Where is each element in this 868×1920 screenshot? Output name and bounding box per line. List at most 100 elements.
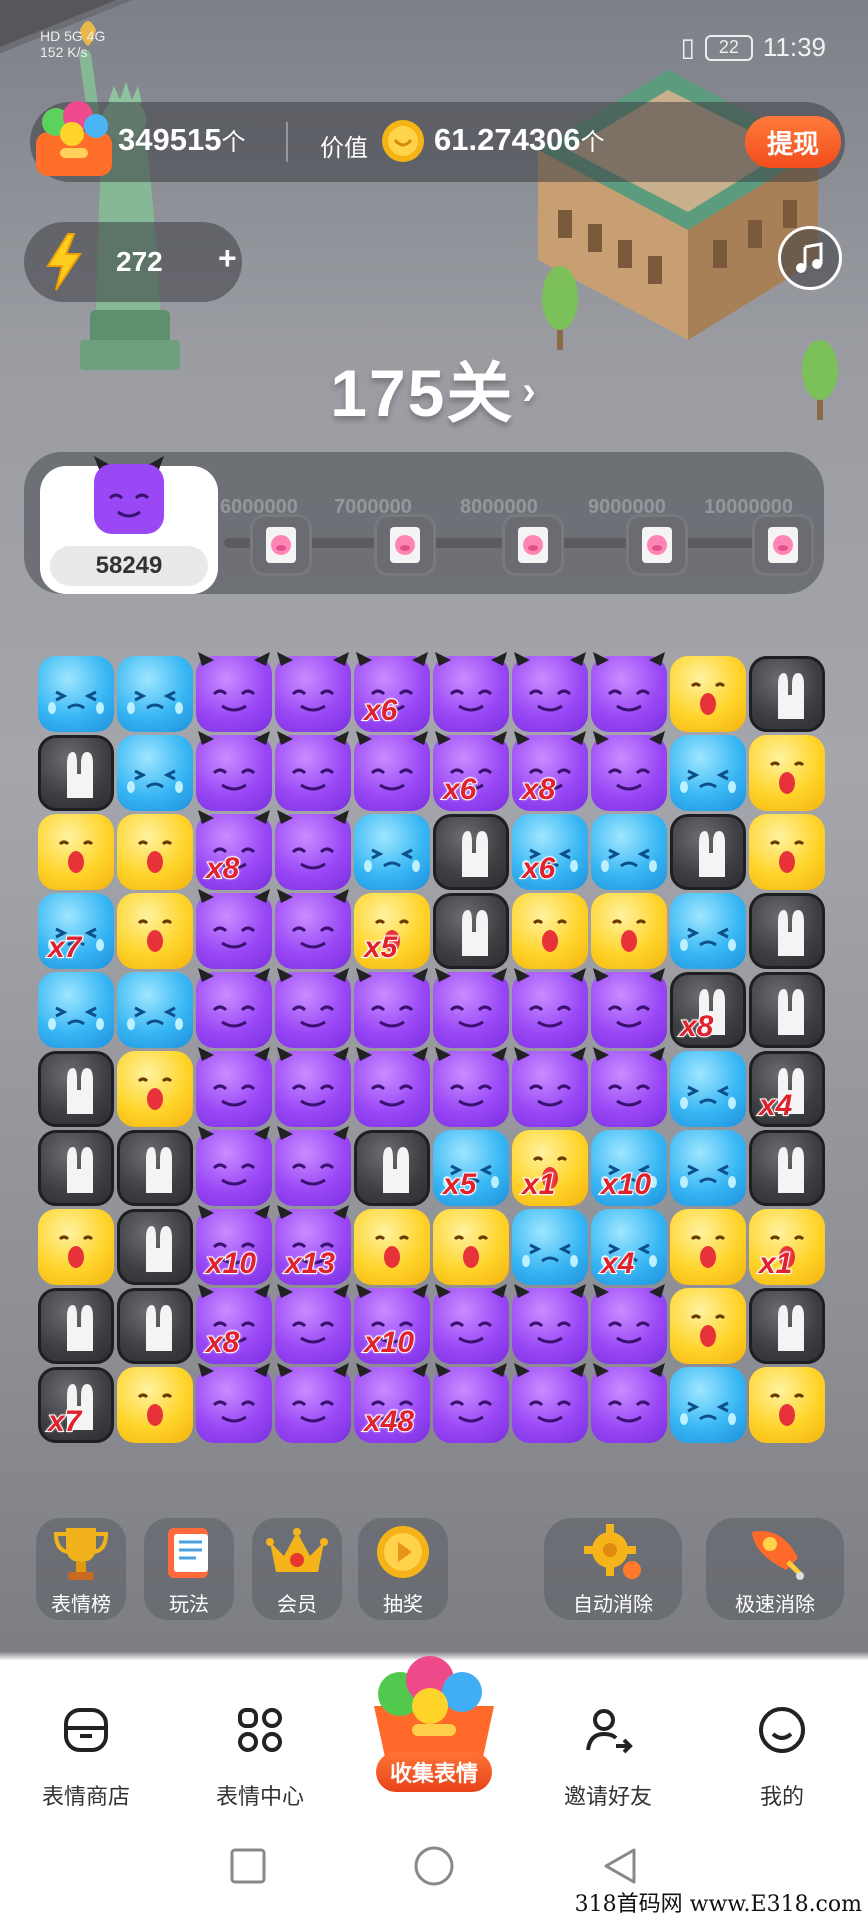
tongue-emoji-tile[interactable] bbox=[354, 893, 430, 969]
tool-fast-clear[interactable]: 极速消除 bbox=[706, 1518, 844, 1620]
tongue-emoji-tile[interactable] bbox=[591, 893, 667, 969]
rabbit-emoji-tile[interactable] bbox=[38, 1130, 114, 1206]
rabbit-emoji-tile[interactable] bbox=[117, 1288, 193, 1364]
rabbit-emoji-tile[interactable] bbox=[749, 972, 825, 1048]
crying-emoji-tile[interactable] bbox=[670, 1130, 746, 1206]
pig-reward-icon[interactable] bbox=[250, 514, 312, 576]
pig-reward-icon[interactable] bbox=[374, 514, 436, 576]
rabbit-emoji-tile[interactable] bbox=[117, 1130, 193, 1206]
back-triangle-icon[interactable] bbox=[598, 1844, 642, 1888]
devil-emoji-tile[interactable] bbox=[196, 1363, 272, 1443]
devil-emoji-tile[interactable] bbox=[433, 968, 509, 1048]
tongue-emoji-tile[interactable] bbox=[512, 1130, 588, 1206]
crying-emoji-tile[interactable] bbox=[512, 1209, 588, 1285]
devil-emoji-tile[interactable] bbox=[591, 1047, 667, 1127]
devil-emoji-tile[interactable] bbox=[591, 1284, 667, 1364]
devil-emoji-tile[interactable] bbox=[196, 1205, 272, 1285]
devil-emoji-tile[interactable] bbox=[196, 652, 272, 732]
devil-emoji-tile[interactable] bbox=[512, 731, 588, 811]
rabbit-emoji-tile[interactable] bbox=[38, 1288, 114, 1364]
devil-emoji-tile[interactable] bbox=[433, 731, 509, 811]
tongue-emoji-tile[interactable] bbox=[354, 1209, 430, 1285]
devil-emoji-tile[interactable] bbox=[354, 1284, 430, 1364]
devil-emoji-tile[interactable] bbox=[196, 889, 272, 969]
home-circle-icon[interactable] bbox=[412, 1844, 456, 1888]
pig-reward-icon[interactable] bbox=[502, 514, 564, 576]
nav-emoji-center[interactable]: 表情中心 bbox=[190, 1704, 330, 1811]
tool-vip[interactable]: 会员 bbox=[252, 1518, 342, 1620]
devil-emoji-tile[interactable] bbox=[196, 810, 272, 890]
crying-emoji-tile[interactable] bbox=[670, 1367, 746, 1443]
add-energy-button[interactable]: + bbox=[218, 240, 237, 277]
crying-emoji-tile[interactable] bbox=[591, 1209, 667, 1285]
devil-emoji-tile[interactable] bbox=[512, 1363, 588, 1443]
devil-emoji-tile[interactable] bbox=[433, 1047, 509, 1127]
devil-emoji-tile[interactable] bbox=[354, 1363, 430, 1443]
crying-emoji-tile[interactable] bbox=[670, 735, 746, 811]
tongue-emoji-tile[interactable] bbox=[749, 735, 825, 811]
tongue-emoji-tile[interactable] bbox=[433, 1209, 509, 1285]
rabbit-emoji-tile[interactable] bbox=[433, 814, 509, 890]
crying-emoji-tile[interactable] bbox=[38, 893, 114, 969]
devil-emoji-tile[interactable] bbox=[196, 1047, 272, 1127]
devil-emoji-tile[interactable] bbox=[512, 968, 588, 1048]
tongue-emoji-tile[interactable] bbox=[670, 656, 746, 732]
level-indicator[interactable]: 175关 › bbox=[0, 340, 868, 436]
devil-emoji-tile[interactable] bbox=[512, 1284, 588, 1364]
devil-emoji-tile[interactable] bbox=[275, 889, 351, 969]
devil-emoji-tile[interactable] bbox=[196, 1284, 272, 1364]
rabbit-emoji-tile[interactable] bbox=[433, 893, 509, 969]
devil-emoji-tile[interactable] bbox=[591, 1363, 667, 1443]
devil-emoji-tile[interactable] bbox=[433, 1284, 509, 1364]
tongue-emoji-tile[interactable] bbox=[749, 1367, 825, 1443]
tongue-emoji-tile[interactable] bbox=[117, 1051, 193, 1127]
devil-emoji-tile[interactable] bbox=[275, 1126, 351, 1206]
withdraw-button[interactable]: 提现 bbox=[745, 116, 841, 168]
tongue-emoji-tile[interactable] bbox=[38, 814, 114, 890]
tongue-emoji-tile[interactable] bbox=[38, 1209, 114, 1285]
crying-emoji-tile[interactable] bbox=[117, 735, 193, 811]
devil-emoji-tile[interactable] bbox=[354, 968, 430, 1048]
rabbit-emoji-tile[interactable] bbox=[749, 1130, 825, 1206]
crying-emoji-tile[interactable] bbox=[354, 814, 430, 890]
devil-emoji-tile[interactable] bbox=[275, 1205, 351, 1285]
tongue-emoji-tile[interactable] bbox=[670, 1288, 746, 1364]
devil-emoji-tile[interactable] bbox=[591, 731, 667, 811]
devil-emoji-tile[interactable] bbox=[275, 810, 351, 890]
music-toggle-button[interactable] bbox=[778, 226, 842, 290]
rabbit-emoji-tile[interactable] bbox=[117, 1209, 193, 1285]
devil-emoji-tile[interactable] bbox=[512, 652, 588, 732]
nav-emoji-store[interactable]: 表情商店 bbox=[16, 1704, 156, 1811]
crying-emoji-tile[interactable] bbox=[117, 656, 193, 732]
devil-emoji-tile[interactable] bbox=[433, 1363, 509, 1443]
tongue-emoji-tile[interactable] bbox=[117, 1367, 193, 1443]
tool-auto-clear[interactable]: 自动消除 bbox=[544, 1518, 682, 1620]
recents-square-icon[interactable] bbox=[226, 1844, 270, 1888]
rabbit-emoji-tile[interactable] bbox=[354, 1130, 430, 1206]
devil-emoji-tile[interactable] bbox=[196, 1126, 272, 1206]
crying-emoji-tile[interactable] bbox=[38, 656, 114, 732]
devil-emoji-tile[interactable] bbox=[512, 1047, 588, 1127]
devil-emoji-tile[interactable] bbox=[354, 652, 430, 732]
nav-mine[interactable]: 我的 bbox=[712, 1704, 852, 1811]
nav-invite-friends[interactable]: 邀请好友 bbox=[538, 1704, 678, 1811]
devil-emoji-tile[interactable] bbox=[275, 731, 351, 811]
crying-emoji-tile[interactable] bbox=[433, 1130, 509, 1206]
pig-reward-icon[interactable] bbox=[626, 514, 688, 576]
rabbit-emoji-tile[interactable] bbox=[749, 656, 825, 732]
tool-lottery[interactable]: 抽奖 bbox=[358, 1518, 448, 1620]
rabbit-emoji-tile[interactable] bbox=[670, 972, 746, 1048]
tongue-emoji-tile[interactable] bbox=[117, 893, 193, 969]
crying-emoji-tile[interactable] bbox=[591, 1130, 667, 1206]
devil-emoji-tile[interactable] bbox=[591, 968, 667, 1048]
crying-emoji-tile[interactable] bbox=[38, 972, 114, 1048]
crying-emoji-tile[interactable] bbox=[117, 972, 193, 1048]
rabbit-emoji-tile[interactable] bbox=[670, 814, 746, 890]
pig-reward-icon[interactable] bbox=[752, 514, 814, 576]
tool-leaderboard[interactable]: 表情榜 bbox=[36, 1518, 126, 1620]
devil-emoji-tile[interactable] bbox=[433, 652, 509, 732]
crying-emoji-tile[interactable] bbox=[591, 814, 667, 890]
tongue-emoji-tile[interactable] bbox=[670, 1209, 746, 1285]
devil-emoji-tile[interactable] bbox=[591, 652, 667, 732]
devil-emoji-tile[interactable] bbox=[354, 1047, 430, 1127]
